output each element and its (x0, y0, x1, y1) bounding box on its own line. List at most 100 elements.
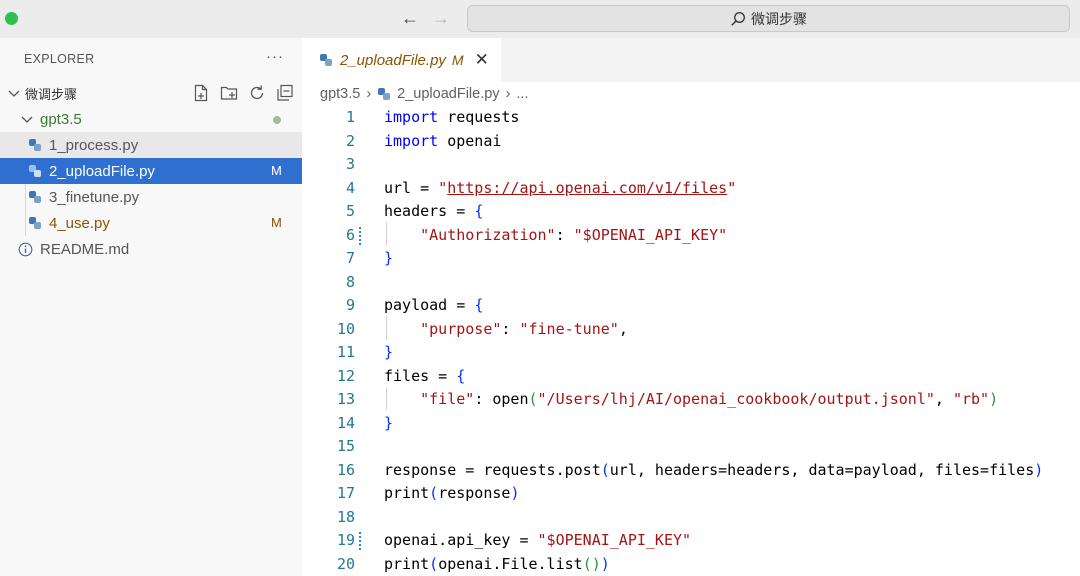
file-name: 3_finetune.py (49, 188, 140, 206)
line-text: payload = { (384, 296, 484, 314)
line-number: 20 (336, 554, 355, 573)
line-number: 18 (336, 507, 355, 526)
line-number: 3 (345, 155, 355, 173)
code-line: 15 (302, 435, 1080, 459)
modified-badge: M (271, 163, 282, 178)
modified-badge: M (271, 215, 282, 230)
modified-gutter-indicator[interactable] (359, 532, 361, 550)
explorer-title: EXPLORER (24, 52, 95, 66)
back-arrow-icon[interactable]: ← (401, 8, 419, 28)
file-item-3-finetune[interactable]: 3_finetune.py (0, 184, 302, 210)
file-name: 2_uploadFile.py (49, 162, 155, 180)
line-text: "file": open("/Users/lhj/AI/openai_cookb… (420, 390, 999, 408)
line-number: 4 (345, 178, 355, 197)
window-close-button[interactable] (5, 12, 18, 25)
line-number: 13 (336, 390, 355, 408)
chevron-down-icon (8, 90, 20, 97)
code-line: 4 url = "https://api.openai.com/v1/files… (302, 177, 1080, 201)
code-line: 20 print(openai.File.list()) (302, 553, 1080, 576)
code-line: 11 } (302, 341, 1080, 365)
tab-label: 2_uploadFile.py (340, 51, 446, 69)
python-file-icon (29, 165, 41, 177)
root-folder-label: 微调步骤 (25, 86, 78, 102)
modified-dot-badge (273, 116, 281, 124)
line-text: response = requests.post(url, headers=he… (384, 460, 1044, 479)
python-file-icon (29, 191, 41, 203)
code-line: 17 print(response) (302, 482, 1080, 506)
line-text: openai.api_key = "$OPENAI_API_KEY" (384, 531, 692, 549)
file-name: 1_process.py (49, 136, 139, 154)
file-name: 4_use.py (49, 214, 110, 232)
code-line: 14 } (302, 412, 1080, 436)
new-folder-icon[interactable] (220, 84, 238, 102)
search-icon (731, 11, 745, 26)
line-number: 17 (336, 484, 355, 502)
close-icon[interactable]: ✕ (475, 50, 489, 70)
code-line: 16 response = requests.post(url, headers… (302, 459, 1080, 483)
line-text: } (384, 343, 394, 361)
root-folder-row[interactable]: 微调步骤 (0, 80, 302, 106)
modified-gutter-indicator[interactable] (359, 226, 361, 245)
line-number: 19 (336, 531, 355, 549)
refresh-icon[interactable] (248, 84, 266, 102)
code-line: 5 headers = { (302, 200, 1080, 224)
line-number: 11 (336, 343, 355, 361)
line-text: files = { (384, 366, 466, 385)
python-file-icon (29, 217, 41, 229)
line-text: import requests (384, 108, 520, 126)
folder-actions (192, 84, 294, 102)
line-number: 5 (345, 202, 355, 220)
file-item-2-uploadfile[interactable]: 2_uploadFile.py M (0, 158, 302, 184)
code-line: 9 payload = { (302, 294, 1080, 318)
code-line: 19 openai.api_key = "$OPENAI_API_KEY" (302, 529, 1080, 553)
tab-2-uploadfile[interactable]: 2_uploadFile.py M ✕ (302, 38, 501, 82)
file-name: README.md (40, 240, 130, 258)
line-number: 8 (345, 272, 355, 291)
forward-arrow-icon[interactable]: → (432, 8, 450, 28)
info-icon (18, 242, 33, 256)
breadcrumb-file[interactable]: 2_uploadFile.py (397, 86, 499, 102)
search-text: 微调步骤 (751, 10, 807, 27)
code-line: 6 "Authorization": "$OPENAI_API_KEY" (302, 224, 1080, 248)
code-line: 8 (302, 271, 1080, 295)
line-text: } (384, 249, 394, 267)
breadcrumb: gpt3.5 › 2_uploadFile.py › ... (320, 84, 529, 104)
line-number: 10 (336, 319, 355, 338)
line-number: 16 (336, 460, 355, 479)
line-number: 6 (345, 225, 355, 244)
subfolder-row-gpt3-5[interactable]: gpt3.5 (0, 106, 302, 132)
explorer-sidebar: EXPLORER ··· 微调步骤 gpt3.5 1_process.py 2_… (0, 38, 302, 576)
chevron-right-icon: › (366, 86, 372, 102)
file-item-1-process[interactable]: 1_process.py (0, 132, 302, 158)
line-text: "Authorization": "$OPENAI_API_KEY" (420, 225, 728, 244)
editor-tab-bar: 2_uploadFile.py M ✕ (302, 38, 1080, 82)
code-line: 2 import openai (302, 130, 1080, 154)
python-file-icon (378, 88, 391, 100)
python-file-icon (320, 54, 332, 66)
chevron-down-icon (21, 116, 33, 123)
code-line: 18 (302, 506, 1080, 530)
python-file-icon (29, 139, 41, 151)
line-number: 12 (336, 366, 355, 385)
line-text: "purpose": "fine-tune", (420, 319, 628, 338)
code-editor[interactable]: 1 import requests 2 import openai 3 4 ur… (302, 104, 1080, 576)
line-number: 14 (336, 413, 355, 432)
code-line: 1 import requests (302, 106, 1080, 130)
command-center-search[interactable]: 微调步骤 (467, 5, 1070, 32)
more-actions-icon[interactable]: ··· (266, 48, 284, 65)
chevron-right-icon: › (505, 86, 511, 102)
code-line: 12 files = { (302, 365, 1080, 389)
line-number: 1 (345, 108, 355, 126)
line-text: print(openai.File.list()) (384, 554, 610, 573)
file-item-readme[interactable]: README.md (0, 236, 302, 262)
subfolder-label: gpt3.5 (40, 110, 82, 128)
code-line: 13 "file": open("/Users/lhj/AI/openai_co… (302, 388, 1080, 412)
collapse-all-icon[interactable] (276, 84, 294, 102)
file-item-4-use[interactable]: 4_use.py M (0, 210, 302, 236)
breadcrumb-folder[interactable]: gpt3.5 (320, 86, 360, 102)
line-number: 9 (345, 296, 355, 314)
new-file-icon[interactable] (192, 84, 210, 102)
code-line: 10 "purpose": "fine-tune", (302, 318, 1080, 342)
line-number: 2 (345, 131, 355, 150)
breadcrumb-symbol[interactable]: ... (516, 86, 528, 102)
